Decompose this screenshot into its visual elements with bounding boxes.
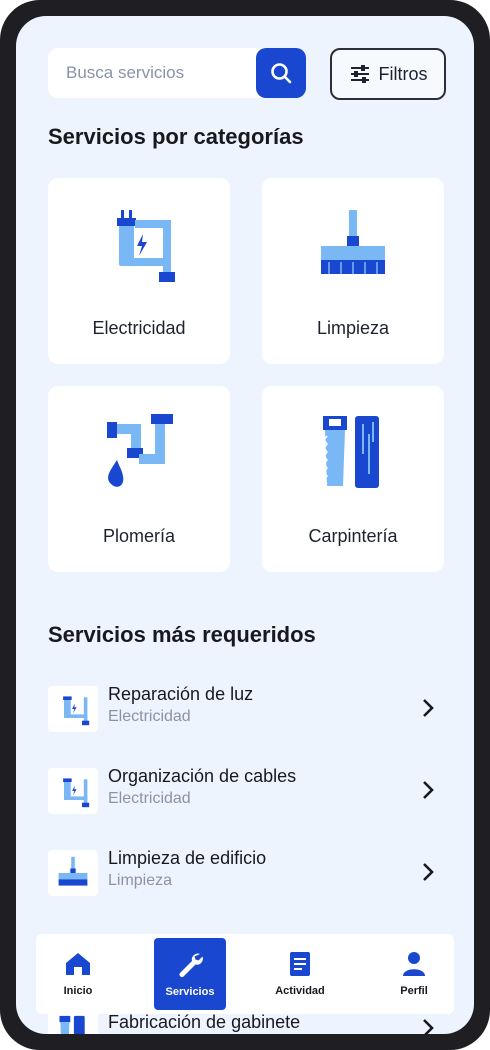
service-thumbnail <box>48 686 98 732</box>
chevron-right-icon <box>423 699 434 717</box>
user-icon <box>403 952 425 976</box>
wrench-icon <box>179 953 203 977</box>
service-thumbnail <box>48 850 98 896</box>
category-label: Electricidad <box>92 318 186 338</box>
broom-icon <box>321 210 385 274</box>
category-card-electricidad[interactable]: Electricidad <box>48 178 230 364</box>
categories-title: Servicios por categorías <box>48 124 304 149</box>
service-row[interactable]: Limpieza de edificio Limpieza <box>48 844 438 900</box>
service-category: Electricidad <box>108 708 191 725</box>
home-icon <box>66 953 90 975</box>
nav-item-actividad[interactable]: Actividad <box>264 938 336 1010</box>
category-label: Plomería <box>102 526 176 546</box>
app-screen: Filtros Servicios por categorías Electri… <box>16 16 474 1034</box>
sliders-icon <box>350 65 369 83</box>
service-title: Organización de cables <box>108 766 297 786</box>
pipe-drop-icon <box>107 414 173 487</box>
saw-wood-icon <box>323 416 379 488</box>
popular-title: Servicios más requeridos <box>48 622 316 647</box>
category-card-carpinteria[interactable]: Carpintería <box>262 386 444 572</box>
plug-cable-icon <box>63 696 90 726</box>
service-title: Reparación de luz <box>108 684 254 704</box>
category-label: Limpieza <box>316 318 390 338</box>
service-title: Limpieza de edificio <box>108 848 267 868</box>
service-title: Fabricación de gabinete <box>108 1012 301 1032</box>
category-card-limpieza[interactable]: Limpieza <box>262 178 444 364</box>
plug-cable-icon <box>63 778 90 808</box>
chevron-right-icon <box>423 863 434 881</box>
nav-item-perfil[interactable]: Perfil <box>378 938 450 1010</box>
service-category: Limpieza <box>108 872 173 889</box>
phone-frame: Filtros Servicios por categorías Electri… <box>0 0 490 1050</box>
search-bar <box>48 48 306 98</box>
service-row[interactable]: Reparación de luz Electricidad <box>48 680 438 736</box>
filters-label: Filtros <box>378 63 428 84</box>
nav-item-servicios[interactable]: Servicios <box>154 938 226 1010</box>
nav-label: Perfil <box>400 985 428 997</box>
search-input[interactable] <box>66 48 246 98</box>
nav-label: Inicio <box>63 985 93 997</box>
service-thumbnail <box>48 768 98 814</box>
plug-cable-icon <box>117 210 175 282</box>
service-category: Electricidad <box>108 790 191 807</box>
search-button[interactable] <box>256 48 306 98</box>
service-row[interactable]: Organización de cables Electricidad <box>48 762 438 818</box>
search-icon <box>271 63 292 84</box>
saw-wood-icon <box>59 1015 85 1034</box>
nav-item-inicio[interactable]: Inicio <box>42 938 114 1010</box>
bottom-nav: Inicio Servicios Actividad Perfil <box>36 934 454 1014</box>
nav-label: Actividad <box>275 985 325 997</box>
chevron-right-icon <box>423 781 434 799</box>
chevron-right-icon <box>423 1019 434 1034</box>
document-icon <box>290 952 310 976</box>
broom-icon <box>58 856 88 886</box>
nav-label: Servicios <box>165 986 215 998</box>
filters-button[interactable]: Filtros <box>330 48 446 100</box>
category-label: Carpintería <box>308 526 398 546</box>
category-card-plomeria[interactable]: Plomería <box>48 386 230 572</box>
